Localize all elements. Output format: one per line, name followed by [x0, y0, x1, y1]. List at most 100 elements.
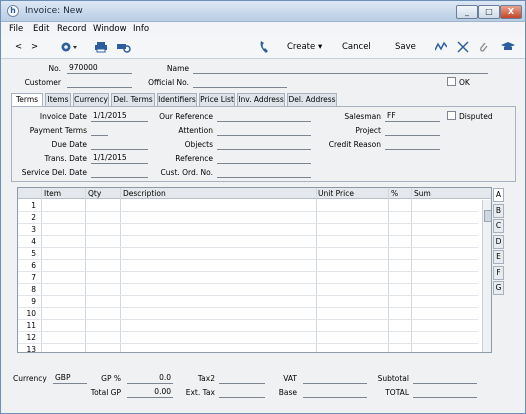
print-icon[interactable]: [95, 41, 107, 56]
phone-icon[interactable]: [259, 40, 269, 57]
table-row[interactable]: 2: [18, 212, 478, 224]
side-tab-f[interactable]: F: [493, 265, 504, 280]
row-number: 11: [26, 321, 36, 330]
ext-tax-label: Ext. Tax: [185, 388, 215, 397]
close-button[interactable]: X: [500, 5, 522, 19]
table-row[interactable]: 10: [18, 308, 478, 320]
menu-edit[interactable]: Edit: [33, 24, 49, 34]
grid-scrollbar[interactable]: [482, 200, 491, 352]
activity-icon[interactable]: [434, 41, 448, 56]
side-tab-c[interactable]: C: [493, 219, 504, 233]
vat-field: [303, 373, 367, 384]
tab-inv-address[interactable]: Inv. Address: [237, 93, 285, 106]
gp-percent-field: 0.0: [127, 373, 173, 384]
row-number: 4: [31, 237, 36, 246]
payment-terms-field[interactable]: [91, 125, 108, 136]
table-row[interactable]: 8: [18, 284, 478, 296]
official-no-field[interactable]: [193, 77, 287, 88]
scrollbar-thumb[interactable]: [484, 210, 491, 222]
project-field[interactable]: [385, 125, 440, 136]
tab-price-list[interactable]: Price List: [199, 93, 235, 106]
col-description: Description: [123, 189, 166, 198]
due-date-field[interactable]: [91, 139, 148, 150]
salesman-field[interactable]: FF: [385, 111, 440, 122]
back-button[interactable]: <: [15, 42, 22, 52]
print-preview-icon[interactable]: [117, 41, 131, 56]
official-no-label: Official No.: [148, 78, 189, 87]
table-row[interactable]: 12: [18, 332, 478, 344]
table-row[interactable]: 11: [18, 320, 478, 332]
objects-field[interactable]: [217, 139, 311, 150]
create-button[interactable]: Create ▾: [287, 42, 322, 52]
forward-button[interactable]: >: [31, 42, 38, 52]
ok-checkbox[interactable]: [447, 77, 456, 86]
side-tab-e[interactable]: E: [493, 250, 504, 264]
subtotal-label: Subtotal: [377, 374, 409, 383]
table-row[interactable]: 1: [18, 200, 478, 212]
minimize-button[interactable]: _: [456, 5, 478, 19]
tab-currency[interactable]: Currency: [73, 93, 109, 106]
name-field[interactable]: [193, 63, 488, 74]
ok-label: OK: [459, 78, 470, 87]
tax2-label: Tax2: [197, 374, 215, 383]
row-number: 7: [31, 273, 36, 282]
no-field[interactable]: 970000: [67, 63, 132, 74]
side-tab-b[interactable]: B: [493, 203, 504, 218]
row-number: 8: [31, 285, 36, 294]
due-date-label: Due Date: [51, 140, 87, 149]
table-row[interactable]: 13: [18, 344, 478, 352]
menu-window[interactable]: Window: [93, 24, 127, 34]
graduation-cap-icon[interactable]: [501, 41, 515, 56]
tab-terms[interactable]: Terms: [11, 93, 43, 107]
tab-items[interactable]: Items: [45, 93, 71, 106]
currency-field[interactable]: GBP: [53, 373, 87, 384]
credit-reason-field[interactable]: [385, 139, 440, 150]
attachment-icon[interactable]: [479, 41, 489, 56]
side-tab-g[interactable]: G: [493, 281, 504, 295]
our-reference-field[interactable]: [217, 111, 311, 122]
disputed-checkbox[interactable]: [447, 111, 456, 120]
row-number: 3: [31, 225, 36, 234]
side-tab-d[interactable]: D: [493, 234, 504, 249]
table-row[interactable]: 3: [18, 224, 478, 236]
col-unit-price: Unit Price: [318, 189, 354, 198]
table-row[interactable]: 6: [18, 260, 478, 272]
expand-icon[interactable]: [457, 41, 469, 56]
menu-info[interactable]: Info: [133, 24, 149, 34]
credit-reason-label: Credit Reason: [328, 140, 381, 149]
table-row[interactable]: 9: [18, 296, 478, 308]
row-number: 1: [31, 201, 36, 210]
menu-record[interactable]: Record: [57, 24, 86, 34]
tab-del-terms[interactable]: Del. Terms: [111, 93, 155, 106]
attention-field[interactable]: [217, 125, 311, 136]
tab-identifiers[interactable]: Identifiers: [157, 93, 197, 106]
invoice-date-field[interactable]: 1/1/2015: [91, 111, 148, 122]
total-gp-field: 0.00: [127, 387, 173, 398]
base-field: [303, 387, 367, 398]
col-sum: Sum: [414, 189, 431, 198]
cust-ord-no-field[interactable]: [217, 167, 311, 178]
subtotal-field: [413, 373, 477, 384]
service-del-date-field[interactable]: [91, 167, 148, 178]
gear-icon[interactable]: [59, 40, 79, 57]
table-row[interactable]: 7: [18, 272, 478, 284]
currency-label: Currency: [13, 374, 47, 383]
toolbar: < > Create ▾ Cancel Save: [1, 37, 525, 59]
maximize-button[interactable]: □: [478, 5, 500, 19]
grid-header: Item Qty Description Unit Price % Sum: [18, 188, 491, 199]
gp-percent-label: GP %: [101, 374, 121, 383]
col-qty: Qty: [88, 189, 102, 198]
total-gp-label: Total GP: [90, 388, 121, 397]
cancel-button[interactable]: Cancel: [342, 42, 371, 52]
table-row[interactable]: 4: [18, 236, 478, 248]
trans-date-field[interactable]: 1/1/2015: [91, 153, 148, 164]
save-button[interactable]: Save: [395, 42, 416, 52]
table-row[interactable]: 5: [18, 248, 478, 260]
row-number: 6: [31, 261, 36, 270]
tab-del-address[interactable]: Del. Address: [287, 93, 337, 106]
items-grid[interactable]: Item Qty Description Unit Price % Sum 12…: [17, 187, 492, 353]
side-tab-a[interactable]: A: [493, 188, 504, 202]
reference-field[interactable]: [217, 153, 311, 164]
menu-file[interactable]: File: [9, 24, 23, 34]
customer-field[interactable]: [67, 77, 132, 88]
